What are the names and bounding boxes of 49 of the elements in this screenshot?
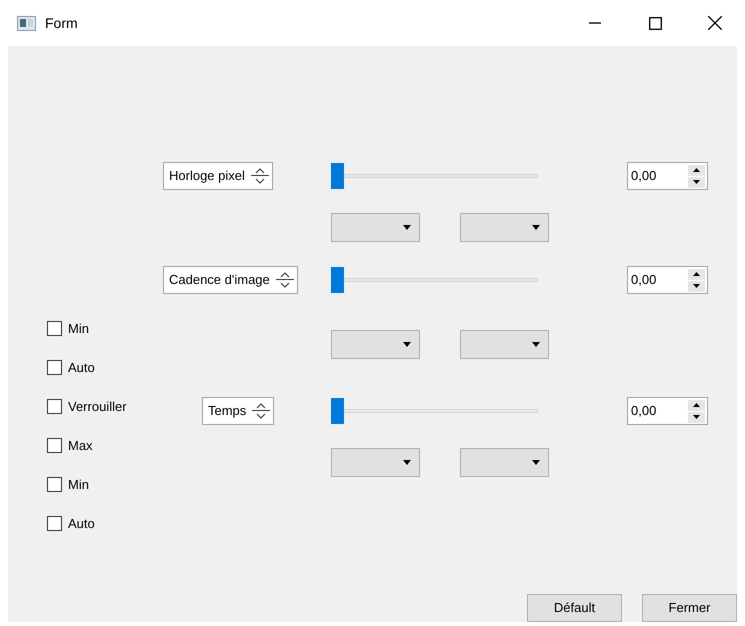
caret-icon bbox=[532, 460, 540, 465]
checkbox-label: Min bbox=[68, 320, 89, 338]
minimize-icon bbox=[589, 22, 601, 24]
down-arrow-icon bbox=[693, 415, 700, 419]
selector-spinbox[interactable]: Temps bbox=[202, 397, 274, 425]
caret-icon bbox=[532, 225, 540, 230]
up-down-icon bbox=[252, 401, 270, 421]
up-arrow-icon bbox=[693, 168, 700, 172]
slider[interactable] bbox=[331, 398, 538, 424]
number-spinbox[interactable]: 0,00 bbox=[627, 162, 708, 190]
window-icon bbox=[17, 16, 36, 30]
window-title: Form bbox=[45, 14, 78, 32]
checkbox[interactable] bbox=[47, 438, 62, 453]
spin-down-button[interactable] bbox=[688, 280, 705, 292]
down-arrow-icon bbox=[693, 180, 700, 184]
slider[interactable] bbox=[331, 267, 538, 293]
caret-icon bbox=[403, 460, 411, 465]
caret-icon bbox=[403, 225, 411, 230]
caret-icon bbox=[532, 342, 540, 347]
up-down-icon bbox=[250, 166, 269, 186]
dialog-button[interactable]: Défault bbox=[527, 594, 622, 622]
up-arrow-icon bbox=[693, 272, 700, 276]
spin-up-button[interactable] bbox=[688, 268, 705, 280]
selector-spinbox[interactable]: Cadence d'image bbox=[163, 266, 298, 294]
checkbox[interactable] bbox=[47, 360, 62, 375]
checkbox-label: Verrouiller bbox=[68, 398, 127, 416]
caret-icon bbox=[403, 342, 411, 347]
checkbox[interactable] bbox=[47, 321, 62, 336]
spin-down-button[interactable] bbox=[688, 412, 705, 422]
up-arrow-icon bbox=[693, 403, 700, 407]
checkbox[interactable] bbox=[47, 477, 62, 492]
checkbox-label: Min bbox=[68, 476, 89, 494]
up-down-icon bbox=[276, 270, 294, 290]
spin-up-button[interactable] bbox=[688, 164, 705, 176]
spin-down-button[interactable] bbox=[688, 176, 705, 188]
checkbox[interactable] bbox=[47, 516, 62, 531]
spin-up-button[interactable] bbox=[688, 400, 705, 410]
checkbox-label: Max bbox=[68, 436, 93, 455]
dialog-button[interactable]: Fermer bbox=[642, 594, 737, 622]
slider[interactable] bbox=[331, 163, 538, 189]
checkbox-label: Auto bbox=[68, 358, 95, 377]
number-spinbox[interactable]: 0,00 bbox=[627, 266, 708, 294]
checkbox[interactable] bbox=[47, 399, 62, 414]
number-spinbox[interactable]: 0,00 bbox=[627, 397, 708, 425]
checkbox-label: Auto bbox=[68, 514, 95, 533]
selector-spinbox[interactable]: Horloge pixel bbox=[163, 162, 273, 190]
close-icon bbox=[708, 16, 722, 30]
maximize-icon bbox=[648, 16, 662, 30]
down-arrow-icon bbox=[693, 284, 700, 288]
